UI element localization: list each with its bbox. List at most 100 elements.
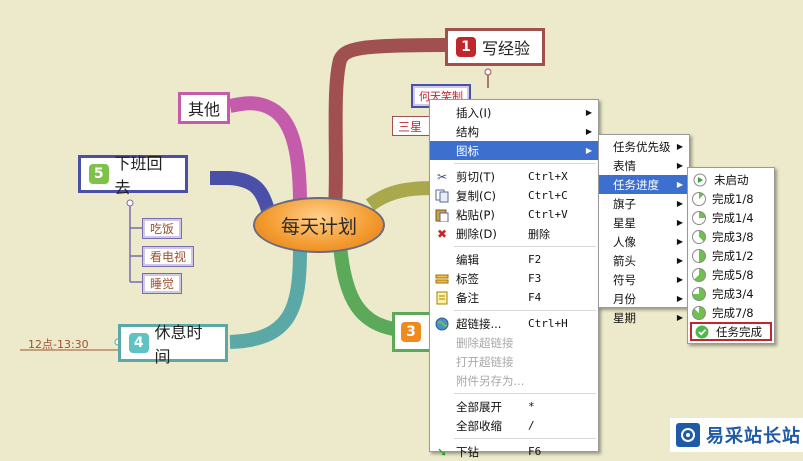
paste-icon [434,207,450,223]
progress-item-complete[interactable]: 任务完成 [690,322,772,341]
submenu-item-month[interactable]: 月份 ▶ [599,289,689,308]
blank-icon [434,143,450,159]
topic-1-sub-b[interactable]: 三星 [392,116,434,136]
submenu-item-person[interactable]: 人像 ▶ [599,232,689,251]
submenu-arrow-icon: ▶ [676,142,683,151]
play-icon [692,172,708,188]
note-icon [434,290,450,306]
submenu-arrow-icon: ▶ [676,199,683,208]
topic-5-sub-2[interactable]: 看电视 [142,246,194,267]
topic-other[interactable]: 其他 [178,92,230,124]
topic-5[interactable]: 5 下班回去 [78,154,188,197]
progress-pie-icon [692,267,706,282]
menu-item-note[interactable]: 备注 F4 [430,288,598,307]
label-icon [434,271,450,287]
menu-item-remove-hyperlink[interactable]: 删除超链接 [430,333,598,352]
submenu-arrow-icon: ▶ [585,146,592,155]
submenu-arrow-icon: ▶ [585,108,592,117]
progress-pie-icon [692,305,706,320]
menu-item-copy[interactable]: 复制(C) Ctrl+C [430,186,598,205]
progress-item-7-8[interactable]: 完成7/8 [688,303,774,322]
topic-4[interactable]: 4 休息时间 [118,323,228,366]
topic-other-label: 其他 [187,100,220,119]
context-menu: 插入(I) ▶ 结构 ▶ 图标 ▶ ✂ 剪切(T) Ctrl+X 复制(C) Ctrl+C … [429,99,599,459]
menu-item-paste[interactable]: 粘贴(P) Ctrl+V [430,205,598,224]
topic-5-sub-2-label: 看电视 [149,250,186,264]
progress-item-not-started[interactable]: 未启动 [688,170,774,189]
branch-topic3 [333,244,402,337]
menu-separator [454,246,596,247]
menu-item-cut[interactable]: ✂ 剪切(T) Ctrl+X [430,167,598,186]
topic-3[interactable]: 3 [392,312,432,352]
submenu-item-priority[interactable]: 任务优先级 ▶ [599,137,689,156]
progress-pie-icon [692,248,706,263]
submenu-item-progress[interactable]: 任务进度 ▶ [599,175,689,194]
branch-right [365,181,436,211]
progress-pie-icon [692,191,706,206]
menu-item-save-attachment[interactable]: 附件另存为... [430,371,598,390]
submenu-item-flag[interactable]: 旗子 ▶ [599,194,689,213]
topic-1-number: 1 [456,37,476,57]
submenu-item-symbol[interactable]: 符号 ▶ [599,270,689,289]
progress-pie-icon [692,210,706,225]
progress-item-1-2[interactable]: 完成1/2 [688,246,774,265]
blank-icon [434,252,450,268]
submenu-arrow-icon: ▶ [676,161,683,170]
menu-item-structure[interactable]: 结构 ▶ [430,122,598,141]
check-circle-icon [694,324,710,340]
submenu-item-arrow[interactable]: 箭头 ▶ [599,251,689,270]
submenu-arrow-icon: ▶ [676,313,683,322]
progress-submenu: 未启动 完成1/8 完成1/4 完成3/8 完成1/2 完成5/8 完成3/4 … [687,167,775,344]
blank-icon [434,399,450,415]
blank-icon [434,354,450,370]
topic-1[interactable]: 1 写经验 [445,28,545,66]
topic-1-label: 写经验 [482,39,531,58]
menu-separator [454,310,596,311]
central-topic[interactable]: 每天计划 [253,197,385,253]
progress-item-1-4[interactable]: 完成1/4 [688,208,774,227]
branch-topic4 [229,249,307,349]
topic-5-label: 下班回去 [114,154,163,197]
submenu-arrow-icon: ▶ [676,180,683,189]
menu-item-expand-all[interactable]: 全部展开 * [430,397,598,416]
topic-4-number: 4 [129,333,149,353]
menu-separator [454,393,596,394]
menu-item-collapse-all[interactable]: 全部收缩 / [430,416,598,435]
watermark: 易采站长站 [670,418,803,452]
topic-1-sub-b-label: 三星 [398,119,423,134]
topic-5-number: 5 [89,164,109,184]
watermark-text: 易采站长站 [706,426,801,447]
menu-item-edit[interactable]: 编辑 F2 [430,250,598,269]
progress-pie-icon [692,286,706,301]
menu-item-insert[interactable]: 插入(I) ▶ [430,103,598,122]
blank-icon [434,373,450,389]
submenu-arrow-icon: ▶ [676,237,683,246]
menu-item-delete[interactable]: ✖ 删除(D) 删除 [430,224,598,243]
submenu-arrow-icon: ▶ [676,294,683,303]
progress-item-1-8[interactable]: 完成1/8 [688,189,774,208]
central-topic-label: 每天计划 [280,215,357,238]
menu-separator [454,163,596,164]
menu-item-icon[interactable]: 图标 ▶ [430,141,598,160]
progress-item-3-4[interactable]: 完成3/4 [688,284,774,303]
scissors-icon: ✂ [436,169,448,184]
topic-3-number: 3 [401,322,421,342]
watermark-logo-icon [676,423,700,447]
submenu-item-emoji[interactable]: 表情 ▶ [599,156,689,175]
menu-item-label[interactable]: 标签 F3 [430,269,598,288]
submenu-arrow-icon: ▶ [676,275,683,284]
submenu-item-star[interactable]: 星星 ▶ [599,213,689,232]
topic-5-sub-1[interactable]: 吃饭 [142,218,182,239]
blank-icon [434,418,450,434]
progress-item-5-8[interactable]: 完成5/8 [688,265,774,284]
menu-item-hyperlink[interactable]: 超链接... Ctrl+H [430,314,598,333]
blank-icon [434,124,450,140]
menu-separator [454,438,596,439]
progress-item-3-8[interactable]: 完成3/8 [688,227,774,246]
globe-icon [434,316,450,332]
submenu-item-weekday[interactable]: 星期 ▶ [599,308,689,327]
topic-5-sub-3[interactable]: 睡觉 [142,273,182,294]
menu-item-open-hyperlink[interactable]: 打开超链接 [430,352,598,371]
branch-topic5 [210,171,275,213]
submenu-arrow-icon: ▶ [585,127,592,136]
